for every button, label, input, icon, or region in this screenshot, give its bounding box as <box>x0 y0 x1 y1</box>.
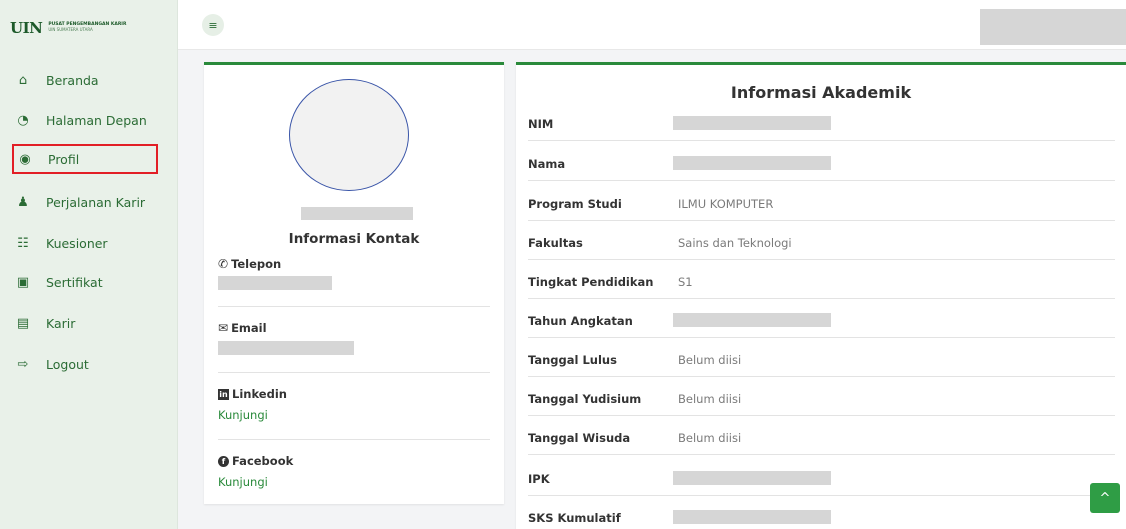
user-career-icon: ♟ <box>17 194 29 210</box>
logo[interactable]: UIN PUSAT PENGEMBANGAN KARIR UIN SUMATER… <box>10 10 160 46</box>
chevron-up-icon: ^ <box>1099 490 1111 506</box>
sidebar-item-label: Logout <box>46 356 89 372</box>
briefcase-icon: ▤ <box>16 315 30 331</box>
academic-row-tingkat-pendidikan: Tingkat Pendidikan S1 <box>528 261 1115 299</box>
nim-value-redacted <box>673 116 831 130</box>
sidebar: UIN PUSAT PENGEMBANGAN KARIR UIN SUMATER… <box>0 0 178 529</box>
menu-toggle-button[interactable]: ≡ <box>202 14 224 36</box>
facebook-label: f Facebook <box>218 454 293 468</box>
email-label-text: Email <box>231 321 267 335</box>
academic-row-nim: NIM <box>528 103 1115 141</box>
sidebar-item-karir[interactable]: ▤ Karir <box>12 308 158 338</box>
list-icon: ☷ <box>17 235 29 251</box>
row-value: Sains dan Teknologi <box>678 236 792 250</box>
sidebar-item-label: Profil <box>48 151 80 167</box>
facebook-link[interactable]: Kunjungi <box>218 475 268 489</box>
academic-row-sks-kumulatif: SKS Kumulatif <box>528 497 1115 529</box>
sidebar-item-label: Beranda <box>46 72 99 88</box>
academic-row-fakultas: Fakultas Sains dan Teknologi <box>528 222 1115 260</box>
facebook-label-text: Facebook <box>232 454 294 468</box>
academic-row-nama: Nama <box>528 143 1115 181</box>
telepon-label-text: Telepon <box>231 257 282 271</box>
email-label: ✉ Email <box>218 321 267 335</box>
academic-row-tanggal-lulus: Tanggal Lulus Belum diisi <box>528 339 1115 377</box>
divider <box>218 439 490 440</box>
divider <box>218 372 490 373</box>
certificate-icon: ▣ <box>16 274 30 290</box>
avatar <box>289 79 409 191</box>
logo-mark: UIN <box>10 19 43 37</box>
academic-title: Informasi Akademik <box>730 83 912 102</box>
sidebar-item-kuesioner[interactable]: ☷ Kuesioner <box>12 228 158 258</box>
sidebar-item-label: Halaman Depan <box>46 112 147 128</box>
linkedin-icon: in <box>218 388 229 400</box>
logout-icon: ⇨ <box>17 356 29 372</box>
row-value: Belum diisi <box>678 392 742 406</box>
contact-card: Informasi Kontak ✆ Telepon ✉ Email in Li… <box>204 62 504 504</box>
linkedin-label-text: Linkedin <box>232 387 287 401</box>
row-value: ILMU KOMPUTER <box>678 197 774 211</box>
row-value: Belum diisi <box>678 353 742 367</box>
row-label: SKS Kumulatif <box>528 511 621 525</box>
row-label: Tanggal Yudisium <box>528 392 642 406</box>
sks-kumulatif-value-redacted <box>673 510 831 524</box>
ipk-value-redacted <box>673 471 831 485</box>
sidebar-item-label: Kuesioner <box>46 235 108 251</box>
row-label: Program Studi <box>528 197 622 211</box>
sidebar-item-sertifikat[interactable]: ▣ Sertifikat <box>12 267 158 297</box>
row-label: Nama <box>528 157 566 171</box>
user-circle-icon: ◉ <box>19 151 31 167</box>
tahun-angkatan-value-redacted <box>673 313 831 327</box>
dashboard-icon: ◔ <box>17 112 29 128</box>
row-label: Tahun Angkatan <box>528 314 633 328</box>
sidebar-item-label: Karir <box>46 315 76 331</box>
academic-row-tanggal-yudisium: Tanggal Yudisium Belum diisi <box>528 378 1115 416</box>
home-icon: ⌂ <box>18 72 28 88</box>
row-label: Tanggal Lulus <box>528 353 617 367</box>
divider <box>218 306 490 307</box>
user-menu-redacted[interactable] <box>980 9 1126 45</box>
sidebar-item-label: Perjalanan Karir <box>46 194 146 210</box>
sidebar-item-logout[interactable]: ⇨ Logout <box>12 349 158 379</box>
row-value: Belum diisi <box>678 431 742 445</box>
row-label: NIM <box>528 117 554 131</box>
nama-value-redacted <box>673 156 831 170</box>
hamburger-icon: ≡ <box>208 18 218 32</box>
email-icon: ✉ <box>218 321 229 335</box>
row-value: S1 <box>678 275 693 289</box>
linkedin-link[interactable]: Kunjungi <box>218 408 268 422</box>
row-label: IPK <box>528 472 550 486</box>
telepon-label: ✆ Telepon <box>218 257 281 271</box>
facebook-icon: f <box>218 455 229 467</box>
topbar: ≡ <box>178 0 1126 50</box>
row-label: Fakultas <box>528 236 583 250</box>
sidebar-item-perjalanan-karir[interactable]: ♟ Perjalanan Karir <box>12 187 158 217</box>
sidebar-item-label: Sertifikat <box>46 274 103 290</box>
contact-title: Informasi Kontak <box>288 231 420 247</box>
email-value-redacted <box>218 341 354 355</box>
academic-card: Informasi Akademik NIM Nama Program Stud… <box>516 62 1126 529</box>
sidebar-item-profil[interactable]: ◉ Profil <box>12 144 158 174</box>
user-name-redacted <box>301 207 413 220</box>
sidebar-item-beranda[interactable]: ⌂ Beranda <box>12 65 158 95</box>
logo-text: PUSAT PENGEMBANGAN KARIR UIN SUMATERA UT… <box>48 22 126 33</box>
row-label: Tingkat Pendidikan <box>528 275 654 289</box>
row-label: Tanggal Wisuda <box>528 431 631 445</box>
phone-icon: ✆ <box>218 257 229 271</box>
academic-row-tanggal-wisuda: Tanggal Wisuda Belum diisi <box>528 417 1115 455</box>
logo-line2: UIN SUMATERA UTARA <box>48 27 93 33</box>
sidebar-item-halaman-depan[interactable]: ◔ Halaman Depan <box>12 105 158 135</box>
telepon-value-redacted <box>218 276 332 290</box>
scroll-to-top-button[interactable]: ^ <box>1090 483 1120 513</box>
linkedin-label: in Linkedin <box>218 387 287 401</box>
academic-row-program-studi: Program Studi ILMU KOMPUTER <box>528 183 1115 221</box>
academic-row-ipk: IPK <box>528 458 1115 496</box>
academic-row-tahun-angkatan: Tahun Angkatan <box>528 300 1115 338</box>
